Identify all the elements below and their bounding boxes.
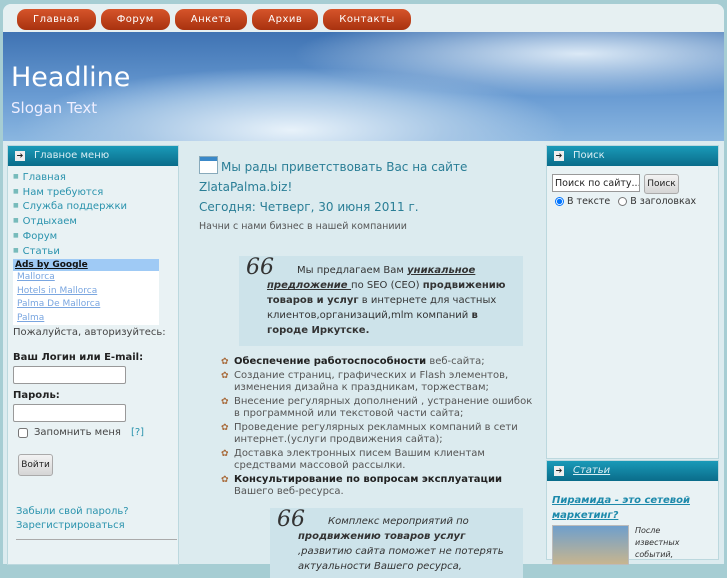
calendar-icon [199,156,218,174]
nav-survey[interactable]: Анкета [174,9,248,30]
quote-text: по SEO (CEO) [351,280,423,291]
quote-text: ,развитию сайта поможет не потерять акту… [298,545,504,578]
offer-quote: 66 Мы предлагаем Вам уникальное предложе… [239,256,523,346]
services-list: Обеспечение работоспособности веб-сайта;… [221,356,539,499]
nav-contacts[interactable]: Контакты [323,9,411,30]
article-link[interactable]: Пирамида - это сетевой маркетинг? [552,493,718,523]
quote-icon: 66 [246,255,274,280]
quote-text: Комплекс мероприятий по [328,515,469,527]
nav-archive[interactable]: Архив [252,9,319,30]
articles-title[interactable]: Статьи [573,465,610,476]
article-excerpt: После известных событий, [635,526,680,559]
help-link[interactable]: [?] [131,427,144,438]
quote-text: Мы предлагаем Вам [297,265,408,276]
list-item: Обеспечение работоспособности веб-сайта; [221,356,539,369]
login-label: Ваш Логин или E-mail: [13,352,144,364]
arrow-icon: ➔ [15,151,25,161]
slogan: Slogan Text [11,99,98,117]
ad-link[interactable]: Hotels in Mallorca [13,285,159,299]
account-links: Забыли свой пароль? Зарегистрироваться [16,505,178,533]
nav-forum[interactable]: Форум [100,9,170,30]
menu-item[interactable]: Форум [13,229,178,244]
forgot-password-link[interactable]: Забыли свой пароль? [16,505,178,519]
google-ads: Ads by Google Mallorca Hotels in Mallorc… [13,259,159,326]
subtitle: Начни с нами бизнес в нашей компаниии [199,221,407,232]
page: Главная Форум Анкета Архив Контакты Head… [3,4,724,578]
radio-label: В тексте [567,196,611,207]
list-item: Доставка электронных писем Вашим клиента… [221,448,539,473]
register-link[interactable]: Зарегистрироваться [16,519,178,533]
arrow-icon: ➔ [554,466,564,476]
radio-label: В заголовках [630,196,697,207]
articles-module: ➔ Статьи Пирамида - это сетевой маркетинг… [546,460,719,565]
remember-row: Запомнить меня [?] [18,427,178,438]
password-input[interactable] [13,404,126,423]
search-input[interactable] [552,174,640,192]
main-menu: Главная Нам требуются Служба поддержки О… [8,166,178,258]
menu-item[interactable]: Служба поддержки [13,199,178,214]
welcome-title: Мы рады приветствовать Вас на сайте Zlat… [199,156,539,197]
list-item: Внесение регулярных дополнений , устране… [221,396,539,421]
main-content: Мы рады приветствовать Вас на сайте Zlat… [199,156,539,578]
login-button[interactable]: Войти [18,454,53,477]
login-input[interactable] [13,366,126,385]
nav-home[interactable]: Главная [17,9,96,30]
article-preview: После известных событий, [552,525,718,565]
ad-link[interactable]: Palma De Mallorca [13,298,159,312]
complex-quote: 66 Комплекс мероприятий по продвижению т… [270,507,523,578]
divider [16,539,177,541]
search-module: ➔ Поиск Поиск В тексте В заголовках [546,145,719,459]
date-text: Сегодня: Четверг, 30 июня 2011 г. [199,200,419,214]
ad-link[interactable]: Mallorca [13,271,159,285]
password-label: Пароль: [13,390,60,402]
search-header: ➔ Поиск [547,146,718,166]
list-item: Создание страниц, графических и Flash эл… [221,370,539,395]
radio-in-text[interactable] [555,197,564,206]
ads-title[interactable]: Ads by Google [13,259,159,272]
menu-item[interactable]: Главная [13,170,178,185]
welcome-text: Мы рады приветствовать Вас на сайте Zlat… [199,160,468,194]
articles-header: ➔ Статьи [547,461,718,481]
list-item: Консультирование по вопросам эксплуатаци… [221,474,539,499]
search-options: В тексте В заголовках [555,196,718,207]
header-banner: Headline Slogan Text [3,32,724,141]
quote-icon: 66 [277,507,305,532]
ad-link[interactable]: Palma [13,312,159,326]
remember-label: Запомнить меня [34,427,121,439]
headline: Headline [11,62,131,93]
menu-item[interactable]: Статьи [13,244,178,259]
article-thumbnail[interactable] [552,525,629,565]
search-button[interactable]: Поиск [644,174,679,194]
quote-bold: продвижению товаров услуг [298,530,466,542]
top-nav: Главная Форум Анкета Архив Контакты [3,4,724,32]
main-menu-header: ➔ Главное меню [8,146,178,166]
radio-in-titles[interactable] [618,197,628,206]
remember-checkbox[interactable] [18,427,28,438]
menu-item[interactable]: Отдыхаем [13,214,178,229]
list-item: Проведение регулярных рекламных компаний… [221,422,539,447]
main-menu-title: Главное меню [34,150,110,161]
search-row: Поиск [552,174,718,194]
left-sidebar: ➔ Главное меню Главная Нам требуются Служ… [7,145,179,565]
menu-item[interactable]: Нам требуются [13,185,178,200]
arrow-icon: ➔ [554,151,564,161]
login-prompt: Пожалуйста, авторизуйтесь: [13,327,166,339]
search-title: Поиск [573,150,605,161]
